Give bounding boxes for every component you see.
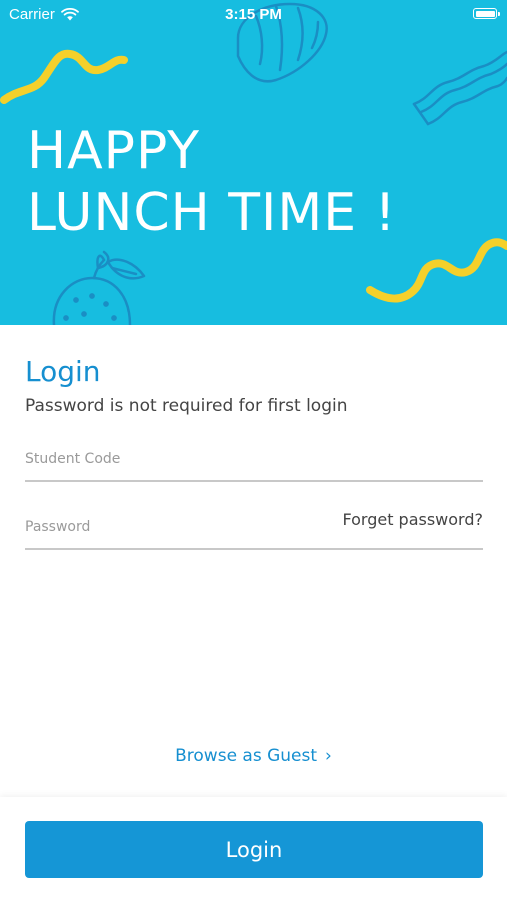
status-bar: Carrier 3:15 PM (0, 0, 507, 28)
hero-banner: Carrier 3:15 PM HAPPY LUNCH TIME ! (0, 0, 507, 325)
student-code-input[interactable] (25, 440, 325, 478)
squiggle-top-left (0, 49, 128, 104)
status-time: 3:15 PM (225, 6, 282, 23)
login-button[interactable]: Login (25, 821, 483, 878)
browse-guest-label: Browse as Guest (175, 746, 318, 766)
forget-password-link[interactable]: Forget password? (342, 510, 483, 529)
password-field: Forget password? (25, 508, 483, 550)
squiggle-bottom-right (366, 238, 507, 303)
hero-title: HAPPY LUNCH TIME ! (27, 120, 396, 244)
chevron-right-icon: › (325, 746, 332, 766)
browse-guest-link[interactable]: Browse as Guest › (0, 746, 507, 766)
login-note: Password is not required for first login (25, 396, 348, 416)
battery-level (475, 10, 495, 17)
login-heading: Login (25, 355, 101, 388)
battery-tip (498, 11, 500, 16)
bacon-icon (412, 50, 507, 126)
footer-bar: Login (0, 797, 507, 900)
hero-title-line-2: LUNCH TIME ! (27, 183, 397, 243)
battery-icon (473, 8, 500, 19)
hero-title-line-1: HAPPY (27, 121, 201, 181)
orange-icon (52, 250, 146, 325)
student-code-field (25, 440, 483, 482)
password-input[interactable] (25, 508, 325, 546)
login-screen: Carrier 3:15 PM HAPPY LUNCH TIME ! Login… (0, 0, 507, 900)
